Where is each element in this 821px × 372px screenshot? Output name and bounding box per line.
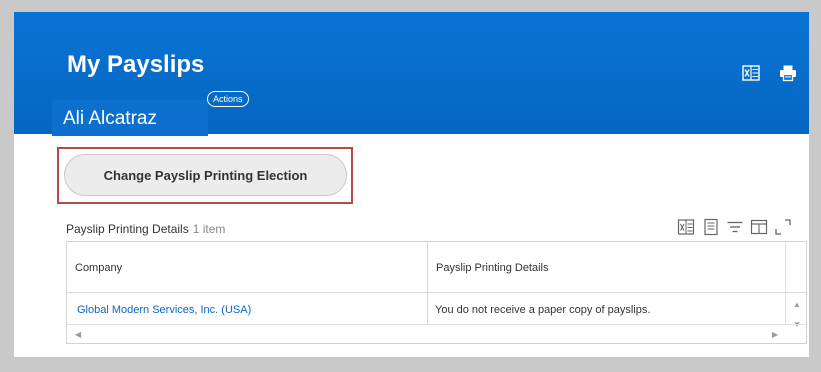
view-icon[interactable] [702, 218, 720, 236]
fullscreen-icon[interactable] [774, 218, 792, 236]
actions-button[interactable]: Actions [207, 91, 249, 107]
table-header-row: Company Payslip Printing Details [67, 242, 806, 293]
section-title: Payslip Printing Details 1 item [66, 222, 225, 236]
horizontal-scrollbar[interactable]: ◀ ▶ [67, 324, 806, 344]
excel-export-icon[interactable] [677, 218, 695, 236]
scroll-right-arrow-icon[interactable]: ▶ [772, 330, 778, 339]
change-printing-election-button[interactable]: Change Payslip Printing Election [64, 154, 347, 196]
vertical-scrollbar-track [785, 242, 786, 324]
page-frame: My Payslips Ali Alcatraz Actions Change … [14, 12, 809, 357]
page-title: My Payslips [67, 51, 205, 78]
page-header: My Payslips Ali Alcatraz Actions [14, 12, 809, 136]
excel-export-icon[interactable] [742, 64, 760, 82]
column-header-details[interactable]: Payslip Printing Details [436, 262, 549, 274]
scroll-up-arrow-icon[interactable]: ▲ [793, 300, 801, 309]
user-name: Ali Alcatraz [63, 108, 157, 129]
column-header-company[interactable]: Company [75, 262, 122, 274]
filter-icon[interactable] [726, 218, 744, 236]
company-link[interactable]: Global Modern Services, Inc. (USA) [77, 304, 251, 316]
column-divider [427, 242, 428, 324]
print-icon[interactable] [779, 64, 797, 82]
item-count: 1 item [192, 222, 226, 236]
columns-icon[interactable] [750, 218, 768, 236]
scroll-left-arrow-icon[interactable]: ◀ [75, 330, 81, 339]
section-title-text: Payslip Printing Details [66, 222, 189, 236]
payslip-printing-grid: Company Payslip Printing Details Global … [66, 241, 807, 344]
printing-details-cell: You do not receive a paper copy of paysl… [435, 304, 651, 316]
